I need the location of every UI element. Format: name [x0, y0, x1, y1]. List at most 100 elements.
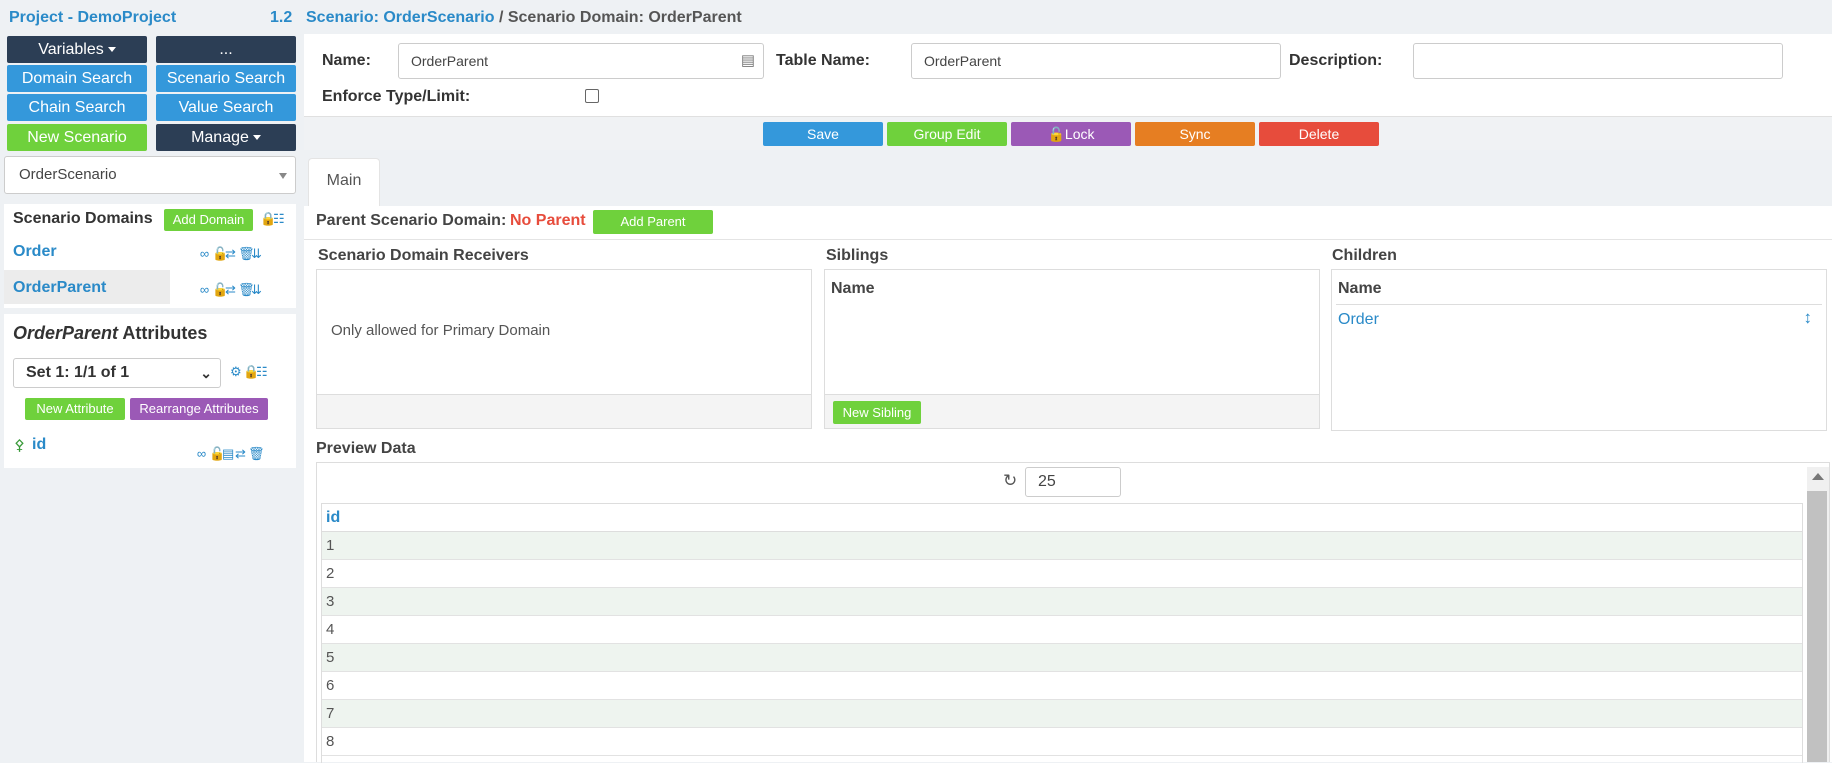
more-button[interactable]: ...: [156, 36, 296, 63]
caret-down-icon: [107, 47, 116, 53]
lock-icon[interactable]: 🔒: [260, 211, 276, 227]
preview-limit-input[interactable]: 25: [1025, 467, 1121, 497]
domain-link[interactable]: OrderParent: [13, 279, 106, 297]
preview-scrollbar[interactable]: [1807, 467, 1829, 762]
child-link[interactable]: Order: [1338, 311, 1379, 329]
scroll-up-icon[interactable]: [1812, 473, 1824, 480]
scrollbar-thumb[interactable]: [1807, 491, 1827, 762]
link-icon[interactable]: ∞: [196, 446, 209, 461]
domain-list-item-active[interactable]: OrderParent ∞🔓⇄🗑⇊: [4, 270, 296, 304]
table-name-label: Table Name:: [776, 52, 870, 69]
new-sibling-button[interactable]: New Sibling: [833, 401, 921, 424]
trash-icon[interactable]: 🗑: [238, 246, 255, 262]
dropdown-arrow-icon: [279, 173, 287, 179]
main-tab-content: Parent Scenario Domain: No Parent Add Pa…: [304, 206, 1832, 763]
refresh-icon[interactable]: ↻: [1003, 471, 1017, 491]
attribute-link[interactable]: id: [32, 436, 46, 454]
table-row: 6: [322, 672, 1802, 700]
scenario-select[interactable]: OrderScenario: [4, 156, 296, 194]
chevron-down-icon: ⌄: [200, 365, 212, 381]
domain-link[interactable]: Order: [13, 243, 57, 261]
breadcrumb-domain: Scenario Domain: OrderParent: [507, 9, 742, 26]
preview-column-header[interactable]: id: [322, 504, 1802, 532]
lock-icon[interactable]: 🔒: [243, 364, 259, 380]
receivers-box: Only allowed for Primary Domain: [316, 269, 812, 429]
table-row: 8: [322, 728, 1802, 756]
name-input[interactable]: OrderParent ▤: [398, 43, 764, 79]
sync-icon[interactable]: ⇄: [225, 282, 238, 298]
chain-search-button[interactable]: Chain Search: [7, 94, 147, 121]
add-domain-button[interactable]: Add Domain: [164, 209, 253, 231]
scenario-domains-title: Scenario Domains: [13, 210, 153, 227]
table-row: 2: [322, 560, 1802, 588]
rearrange-attributes-button[interactable]: Rearrange Attributes: [130, 398, 268, 420]
description-label: Description:: [1289, 52, 1383, 69]
description-input[interactable]: [1413, 43, 1783, 79]
save-icon[interactable]: ▤: [222, 446, 235, 462]
save-button[interactable]: Save: [763, 122, 883, 146]
sync-button[interactable]: Sync: [1135, 122, 1255, 146]
attribute-set-select[interactable]: Set 1: 1/1 of 1 ⌄: [13, 358, 221, 388]
new-scenario-button[interactable]: New Scenario: [7, 124, 147, 151]
action-bar: Save Group Edit 🔓Lock Sync Delete: [304, 116, 1832, 150]
variables-button[interactable]: Variables: [7, 36, 147, 63]
table-row: 4: [322, 616, 1802, 644]
parent-domain-value: No Parent: [510, 212, 586, 229]
parent-domain-label: Parent Scenario Domain:: [316, 212, 507, 229]
unlock-icon[interactable]: 🔓: [209, 446, 225, 462]
gears-icon[interactable]: ⚙: [230, 364, 243, 380]
unlock-icon[interactable]: 🔓: [212, 282, 228, 298]
scenario-domains-panel: Scenario Domains Add Domain 🔒☷ Order ∞🔓⇄…: [4, 204, 296, 308]
table-row: 1: [322, 532, 1802, 560]
child-list-item[interactable]: Order ↕: [1332, 306, 1826, 334]
receivers-title: Scenario Domain Receivers: [318, 247, 529, 264]
domain-search-button[interactable]: Domain Search: [7, 65, 147, 92]
siblings-name-header: Name: [831, 280, 875, 297]
breadcrumb: Scenario: OrderScenario / Scenario Domai…: [306, 9, 742, 26]
project-title[interactable]: Project - DemoProject: [9, 9, 176, 27]
sort-arrows-icon[interactable]: ↕: [1804, 308, 1813, 328]
preview-data-title: Preview Data: [316, 440, 416, 457]
children-name-header: Name: [1338, 280, 1382, 297]
trash-icon[interactable]: 🗑: [248, 446, 265, 462]
attributes-panel: OrderParent Attributes Set 1: 1/1 of 1 ⌄…: [4, 314, 296, 468]
add-parent-button[interactable]: Add Parent: [593, 210, 713, 234]
siblings-box: Name New Sibling: [824, 269, 1320, 429]
breadcrumb-scenario[interactable]: Scenario: OrderScenario: [306, 9, 495, 26]
link-icon[interactable]: ∞: [199, 246, 212, 261]
key-icon: ⚴: [14, 437, 25, 454]
preview-table: id 1 2 3 4 5 6 7 8: [321, 503, 1803, 763]
table-row: 3: [322, 588, 1802, 616]
tab-main[interactable]: Main: [308, 158, 380, 206]
group-edit-button[interactable]: Group Edit: [887, 122, 1007, 146]
receivers-message: Only allowed for Primary Domain: [331, 322, 551, 339]
manage-button[interactable]: Manage: [156, 124, 296, 151]
sidebar: Project - DemoProject 1.2 Variables ... …: [0, 0, 300, 762]
table-row: 7: [322, 700, 1802, 728]
robot-icon[interactable]: ☷: [273, 211, 286, 227]
contact-card-icon[interactable]: ▤: [741, 44, 755, 78]
attribute-list-item[interactable]: ⚴ id ∞🔓▤⇄🗑: [4, 432, 296, 466]
expand-icon[interactable]: ⇊: [251, 246, 264, 262]
lock-button[interactable]: 🔓Lock: [1011, 122, 1131, 146]
attributes-title: OrderParent Attributes: [13, 323, 208, 343]
new-attribute-button[interactable]: New Attribute: [25, 398, 125, 420]
enforce-type-limit-checkbox[interactable]: [585, 89, 599, 103]
delete-button[interactable]: Delete: [1259, 122, 1379, 146]
unlock-icon[interactable]: 🔓: [212, 246, 228, 262]
expand-icon[interactable]: ⇊: [251, 282, 264, 298]
trash-icon[interactable]: 🗑: [238, 282, 255, 298]
domain-form: Name: OrderParent ▤ Table Name: OrderPar…: [304, 34, 1832, 116]
table-row: 5: [322, 644, 1802, 672]
sync-icon[interactable]: ⇄: [235, 446, 248, 462]
link-icon[interactable]: ∞: [199, 282, 212, 297]
unlock-icon: 🔓: [1047, 126, 1065, 142]
enforce-type-limit-label: Enforce Type/Limit:: [322, 88, 471, 105]
robot-icon[interactable]: ☷: [256, 364, 269, 380]
domain-list-item[interactable]: Order ∞🔓⇄🗑⇊: [4, 234, 296, 268]
value-search-button[interactable]: Value Search: [156, 94, 296, 121]
sync-icon[interactable]: ⇄: [225, 246, 238, 262]
main-content: Scenario: OrderScenario / Scenario Domai…: [304, 0, 1832, 763]
table-name-input[interactable]: OrderParent: [911, 43, 1281, 79]
scenario-search-button[interactable]: Scenario Search: [156, 65, 296, 92]
